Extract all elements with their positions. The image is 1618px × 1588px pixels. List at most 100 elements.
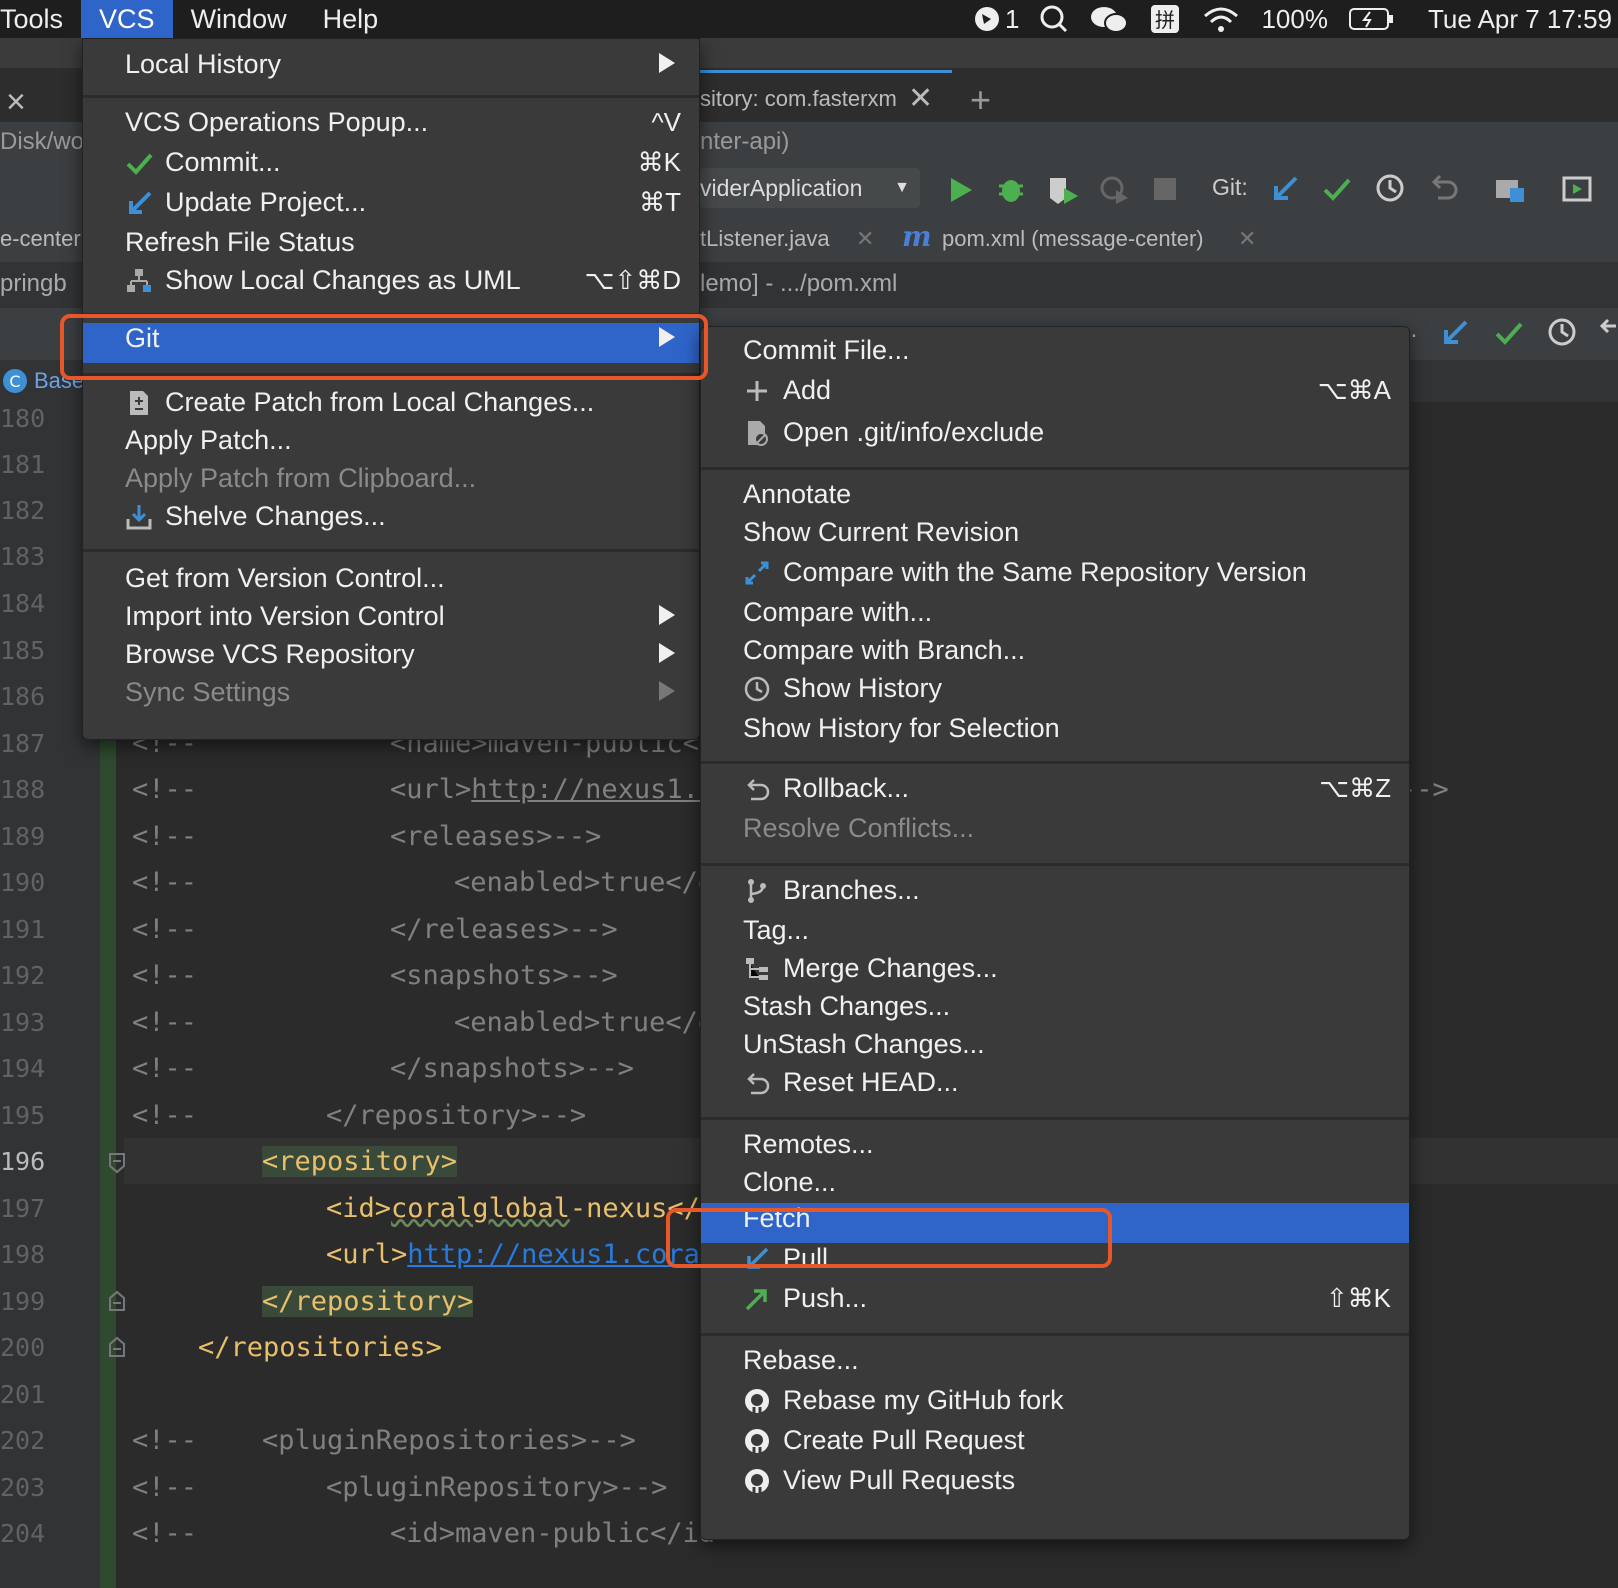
history-clock-icon bbox=[744, 676, 770, 702]
project-structure-icon[interactable] bbox=[1494, 174, 1526, 204]
menu-item-apply-patch[interactable]: Apply Patch... bbox=[83, 425, 699, 465]
run-icon[interactable] bbox=[948, 176, 974, 204]
shortcut: ⌥⌘A bbox=[1317, 375, 1391, 405]
menu-item-show-current-revision[interactable]: Show Current Revision bbox=[701, 517, 1409, 557]
menu-item-refresh-file-status[interactable]: Refresh File Status bbox=[83, 227, 699, 267]
class-icon: C bbox=[3, 369, 27, 393]
qq-icon[interactable] bbox=[1039, 4, 1069, 34]
update-arrow-icon[interactable] bbox=[1270, 174, 1300, 204]
menu-item-rollback[interactable]: Rollback... ⌥⌘Z bbox=[701, 773, 1409, 813]
wechat-icon[interactable] bbox=[1089, 4, 1129, 34]
close-icon[interactable]: ✕ bbox=[1238, 226, 1256, 252]
line-number: 184 bbox=[0, 589, 46, 618]
run-window-icon[interactable] bbox=[1562, 174, 1592, 204]
line-number: 203 bbox=[0, 1473, 46, 1502]
update-arrow-icon[interactable] bbox=[1440, 318, 1470, 348]
menu-item-import-vc[interactable]: Import into Version Control bbox=[83, 601, 699, 641]
history-clock-icon[interactable] bbox=[1374, 172, 1406, 204]
close-icon[interactable]: ✕ bbox=[856, 226, 874, 252]
menu-item-clone[interactable]: Clone... bbox=[701, 1167, 1409, 1203]
menu-item-vcs-operations-popup[interactable]: VCS Operations Popup... ^V bbox=[83, 107, 699, 147]
menu-item-unstash-changes[interactable]: UnStash Changes... bbox=[701, 1029, 1409, 1069]
menu-item-update-project[interactable]: Update Project... ⌘T bbox=[83, 187, 699, 227]
fold-marker-icon[interactable] bbox=[108, 1290, 126, 1312]
menu-item-create-pull-request[interactable]: Create Pull Request bbox=[701, 1425, 1409, 1465]
tab-repository[interactable]: sitory: com.fasterxm bbox=[700, 68, 897, 122]
code-line: <url> bbox=[390, 774, 472, 805]
menu-item-compare-same-repo[interactable]: Compare with the Same Repository Version bbox=[701, 557, 1409, 597]
tab-close-icon[interactable]: × bbox=[6, 68, 26, 122]
notification-icon[interactable]: 1 bbox=[973, 4, 1019, 35]
menu-item-annotate[interactable]: Annotate bbox=[701, 479, 1409, 519]
menu-item-rebase-github-fork[interactable]: Rebase my GitHub fork bbox=[701, 1385, 1409, 1425]
menu-item-label: Annotate bbox=[743, 479, 852, 509]
wifi-icon[interactable] bbox=[1201, 4, 1241, 34]
tab-close-icon[interactable]: ✕ bbox=[908, 68, 933, 122]
run-config-select[interactable]: viderApplication ▼ bbox=[700, 168, 920, 208]
line-number: 181 bbox=[0, 450, 46, 479]
new-tab-icon[interactable]: + bbox=[970, 68, 991, 122]
battery-percent: 100% bbox=[1261, 3, 1328, 34]
menu-item-show-history[interactable]: Show History bbox=[701, 673, 1409, 713]
input-method-icon[interactable]: 拼 bbox=[1149, 3, 1181, 35]
line-number: 200 bbox=[0, 1333, 46, 1362]
commit-check-icon[interactable] bbox=[1494, 318, 1524, 348]
menu-item-label: Show History for Selection bbox=[743, 713, 1060, 743]
coverage-icon[interactable] bbox=[1046, 174, 1080, 206]
menu-item-stash-changes[interactable]: Stash Changes... bbox=[701, 991, 1409, 1031]
file-tab-listener[interactable]: tListener.java bbox=[700, 226, 830, 252]
menu-item-show-local-changes-uml[interactable]: Show Local Changes as UML ⌥⇧⌘D bbox=[83, 265, 699, 305]
commit-check-icon[interactable] bbox=[1322, 174, 1352, 204]
revert-icon[interactable] bbox=[1428, 172, 1460, 204]
fold-marker-icon[interactable] bbox=[108, 1152, 126, 1174]
menu-item-push[interactable]: Push... ⇧⌘K bbox=[701, 1283, 1409, 1323]
menu-tools[interactable]: Tools bbox=[0, 0, 81, 38]
stop-icon[interactable] bbox=[1152, 176, 1178, 202]
status-area: 1 拼 100% Tue Apr 7 17:59 bbox=[973, 0, 1618, 38]
fold-marker-icon[interactable] bbox=[108, 1336, 126, 1358]
menu-item-compare-with[interactable]: Compare with... bbox=[701, 597, 1409, 637]
history-clock-icon[interactable] bbox=[1546, 316, 1578, 348]
menu-item-get-from-vc[interactable]: Get from Version Control... bbox=[83, 563, 699, 603]
menu-item-compare-branch[interactable]: Compare with Branch... bbox=[701, 635, 1409, 675]
code-comment: <!-- bbox=[132, 1425, 198, 1456]
menu-item-view-pull-requests[interactable]: View Pull Requests bbox=[701, 1465, 1409, 1505]
menu-vcs[interactable]: VCS bbox=[81, 0, 173, 38]
battery-icon[interactable] bbox=[1348, 6, 1394, 32]
menu-item-tag[interactable]: Tag... bbox=[701, 915, 1409, 955]
file-ignore-icon bbox=[748, 421, 768, 446]
side-item-2[interactable]: pringb bbox=[0, 270, 67, 298]
menu-item-reset-head[interactable]: Reset HEAD... bbox=[701, 1067, 1409, 1107]
menu-item-local-history[interactable]: Local History bbox=[83, 49, 699, 89]
revert-icon[interactable] bbox=[1596, 316, 1618, 348]
menu-item-merge-changes[interactable]: Merge Changes... bbox=[701, 953, 1409, 993]
menu-item-resolve-conflicts: Resolve Conflicts... bbox=[701, 813, 1409, 853]
menu-item-label: Shelve Changes... bbox=[165, 501, 386, 531]
menu-window[interactable]: Window bbox=[173, 0, 305, 38]
menu-item-rebase[interactable]: Rebase... bbox=[701, 1345, 1409, 1385]
code-comment: <!-- bbox=[132, 1100, 198, 1131]
submenu-arrow-icon bbox=[659, 643, 675, 663]
menu-item-history-selection[interactable]: Show History for Selection bbox=[701, 713, 1409, 753]
code-url[interactable]: http://nexus1.c bbox=[471, 774, 715, 805]
code-comment: <!-- bbox=[132, 960, 198, 991]
file-tab-pom[interactable]: pom.xml (message-center) bbox=[942, 226, 1204, 252]
menu-item-commit[interactable]: Commit... ⌘K bbox=[83, 147, 699, 187]
line-number: 195 bbox=[0, 1101, 46, 1130]
menu-item-browse-vcs[interactable]: Browse VCS Repository bbox=[83, 639, 699, 679]
side-item-1[interactable]: e-center bbox=[0, 226, 81, 252]
menu-item-open-exclude[interactable]: Open .git/info/exclude bbox=[701, 417, 1409, 457]
menu-item-branches[interactable]: Branches... bbox=[701, 875, 1409, 915]
menu-item-commit-file[interactable]: Commit File... bbox=[701, 335, 1409, 375]
line-number: 196 bbox=[0, 1147, 46, 1176]
menu-item-remotes[interactable]: Remotes... bbox=[701, 1129, 1409, 1169]
rollback-icon bbox=[747, 779, 770, 801]
menu-item-label: Get from Version Control... bbox=[125, 563, 445, 593]
menu-help[interactable]: Help bbox=[305, 0, 397, 38]
menu-item-create-patch[interactable]: Create Patch from Local Changes... bbox=[83, 387, 699, 427]
menu-item-shelve-changes[interactable]: Shelve Changes... bbox=[83, 501, 699, 541]
menu-item-add[interactable]: Add ⌥⌘A bbox=[701, 375, 1409, 415]
line-number: 191 bbox=[0, 915, 46, 944]
profile-icon[interactable] bbox=[1098, 174, 1130, 206]
debug-icon[interactable] bbox=[996, 174, 1026, 204]
